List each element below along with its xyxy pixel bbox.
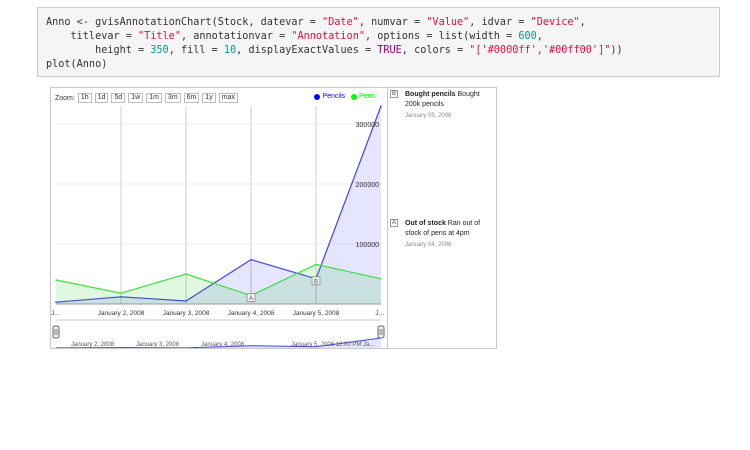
annotation-entry-body: Out of stock Ran out of stock of pens at… <box>405 219 494 249</box>
chart-pane: Zoom: 1h 1d 5d 1w 1m 3m 6m 1y max Pencils Pens 30… <box>51 88 388 348</box>
annotation-chart-widget: Zoom: 1h 1d 5d 1w 1m 3m 6m 1y max Pencils Pens 30… <box>50 87 497 349</box>
code-token: , annotationvar = <box>180 31 292 42</box>
x-tick-label: January 3, 2008 <box>163 310 210 317</box>
code-line-4: plot(Anno) <box>46 59 107 70</box>
code-token: TRUE <box>377 45 402 56</box>
code-token: "Value" <box>426 17 470 28</box>
annotation-title: Bought pencils <box>405 91 456 98</box>
code-token: "Annotation" <box>291 31 365 42</box>
code-token: , <box>536 31 543 42</box>
range-selector-label: Ja... <box>363 342 375 348</box>
code-line-1: Anno <- gvisAnnotationChart(Stock, datev… <box>46 17 586 28</box>
data-point-pens <box>120 292 122 294</box>
code-token: 600 <box>518 31 537 42</box>
data-point-pens <box>380 278 382 280</box>
code-token: , colors = <box>401 45 470 56</box>
x-tick-label: January 4, 2008 <box>228 310 275 317</box>
data-point-pencils <box>250 258 252 261</box>
code-token: "Date" <box>322 17 359 28</box>
range-handle-right[interactable] <box>377 325 385 339</box>
data-point-pens <box>315 263 317 266</box>
code-token: 10 <box>223 45 237 56</box>
range-handle-left[interactable] <box>52 325 60 339</box>
annotation-chart-svg[interactable]: 300000 200000 100000 J... January 2, 2008 Jan… <box>51 88 387 348</box>
code-token: )) <box>610 45 623 56</box>
code-token: plot(Anno) <box>46 59 108 70</box>
x-tick-label: January 2, 2008 <box>98 310 145 317</box>
code-token: height = <box>46 45 151 56</box>
code-token: , options = list(width = <box>364 31 519 42</box>
annotation-entry-b[interactable]: B Bought pencils Bought 200k pencils Janua… <box>390 90 494 120</box>
code-token: 350 <box>150 45 169 56</box>
x-tick-label: J... <box>51 310 60 317</box>
code-token: "Device" <box>530 17 580 28</box>
code-line-2: titlevar = "Title", annotationvar = "Ann… <box>46 31 543 42</box>
r-code: Anno <- gvisAnnotationChart(Stock, datev… <box>46 16 711 72</box>
code-token: , <box>579 17 586 28</box>
range-selector-label: January 5, 2008 12:00 PM <box>291 342 361 348</box>
y-tick-label: 200000 <box>356 182 379 189</box>
annotations-pane: B Bought pencils Bought 200k pencils Janua… <box>388 88 496 348</box>
code-token: , fill = <box>168 45 224 56</box>
range-selector-label: January 3, 2008 <box>136 342 180 348</box>
annotation-entry-a[interactable]: A Out of stock Ran out of stock of pens a… <box>390 219 494 249</box>
code-token: Anno <- gvisAnnotationChart(Stock, datev… <box>46 17 323 28</box>
code-token: , displayExactValues = <box>236 45 378 56</box>
code-line-3: height = 350, fill = 10, displayExactVal… <box>46 45 623 56</box>
range-selector-label: January 2, 2008 <box>71 342 115 348</box>
annotation-entry-flag: A <box>390 219 399 227</box>
data-point-pens <box>55 279 57 281</box>
data-point-pencils <box>380 105 382 107</box>
annotation-date: January 04, 2008 <box>405 242 452 248</box>
range-selector-label: January 4, 2008 <box>201 342 245 348</box>
code-token: , idvar = <box>469 17 531 28</box>
r-code-block: Anno <- gvisAnnotationChart(Stock, datev… <box>37 7 720 77</box>
code-token: "Title" <box>138 31 181 42</box>
code-token: , numvar = <box>358 17 427 28</box>
code-token: titlevar = <box>46 31 139 42</box>
annotation-entry-flag: B <box>390 90 399 98</box>
code-token: "['#0000ff','#00ff00']" <box>469 45 611 56</box>
data-point-pens <box>185 273 187 275</box>
annotation-entry-body: Bought pencils Bought 200k pencils Januar… <box>405 90 494 120</box>
x-tick-label: J... <box>375 310 384 317</box>
x-tick-label: January 5, 2008 <box>293 310 340 317</box>
y-tick-label: 300000 <box>356 122 379 129</box>
annotation-title: Out of stock <box>405 220 446 227</box>
annotation-date: January 05, 2008 <box>405 113 452 119</box>
annotation-flag-label: B <box>314 279 318 285</box>
annotation-flag-label: A <box>249 296 253 302</box>
y-tick-label: 100000 <box>356 242 379 249</box>
